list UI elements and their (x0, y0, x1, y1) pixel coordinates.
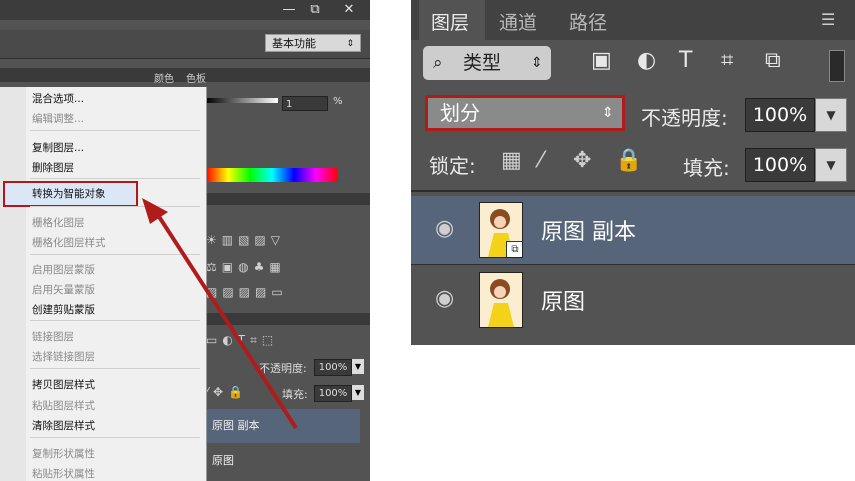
layer-thumbnail (479, 272, 523, 328)
layer-row-copy[interactable]: ◉ ⧉ 原图 副本 (411, 196, 855, 264)
chevron-updown-icon: ⇕ (531, 55, 543, 71)
lock-transparent-icon[interactable]: ▦ (501, 148, 522, 173)
red-arrow-annotation (142, 198, 298, 430)
fill-input[interactable]: 100% (745, 148, 815, 182)
panel-menu-icon[interactable]: ☰ (821, 10, 835, 29)
filter-type-select[interactable]: ⌕ 类型 ⇕ (423, 46, 551, 80)
search-icon: ⌕ (433, 53, 443, 73)
filter-toggle-switch[interactable] (829, 50, 845, 82)
layer-thumbnail: ⧉ (479, 202, 523, 258)
blend-mode-value: 划分 (440, 101, 480, 125)
blend-mode-select[interactable]: 划分 ⇕ (425, 95, 625, 131)
smart-object-filter-icon[interactable]: ⧉ (765, 48, 781, 73)
tab-layers[interactable]: 图层 (431, 8, 469, 35)
chevron-down-icon[interactable]: ▼ (815, 148, 847, 182)
layer-name-copy[interactable]: 原图 副本 (541, 214, 636, 246)
opacity-label: 不透明度: (641, 106, 728, 130)
fill-label: 填充: (683, 156, 730, 180)
smart-object-badge-icon: ⧉ (506, 241, 522, 257)
lock-pixels-icon[interactable]: ⁄ (539, 148, 543, 173)
shape-filter-icon[interactable]: ⌗ (721, 48, 733, 73)
portrait-thumbnail-image (480, 273, 522, 327)
adjustment-filter-icon[interactable]: ◐ (637, 48, 656, 73)
chevron-down-icon[interactable]: ▼ (815, 98, 847, 132)
opacity-input[interactable]: 100% (745, 98, 815, 132)
image-filter-icon[interactable]: ▣ (591, 48, 612, 73)
lock-all-icon[interactable]: 🔒 (615, 148, 642, 173)
eye-icon[interactable]: ◉ (435, 286, 454, 311)
layers-panel-zoomed: 图层 通道 路径 ☰ ⌕ 类型 ⇕ ▣ ◐ T ⌗ ⧉ 划分 ⇕ 不透明度: 1… (411, 0, 855, 345)
tab-channels[interactable]: 通道 (499, 8, 537, 35)
layer-name-original[interactable]: 原图 (541, 284, 585, 316)
type-filter-icon[interactable]: T (679, 48, 692, 73)
photoshop-left-window: — ⧉ ✕ 基本功能 ⇕ 颜色 色板 1 % ☀▥▧▨▽ ⚖▣◍♣▦ ▨▨▨▨▭… (0, 0, 370, 481)
divider (411, 190, 855, 192)
eye-icon[interactable]: ◉ (435, 216, 454, 241)
layer-row-original[interactable]: ◉ 原图 (411, 266, 855, 334)
panel-tab-bar: 图层 通道 路径 ☰ (411, 0, 855, 40)
divider (411, 264, 855, 265)
filter-label: 类型 (463, 52, 502, 74)
lock-position-icon[interactable]: ✥ (573, 148, 591, 173)
chevron-updown-icon: ⇕ (602, 105, 614, 121)
tab-paths[interactable]: 路径 (569, 8, 607, 35)
lock-label: 锁定: (429, 154, 476, 178)
